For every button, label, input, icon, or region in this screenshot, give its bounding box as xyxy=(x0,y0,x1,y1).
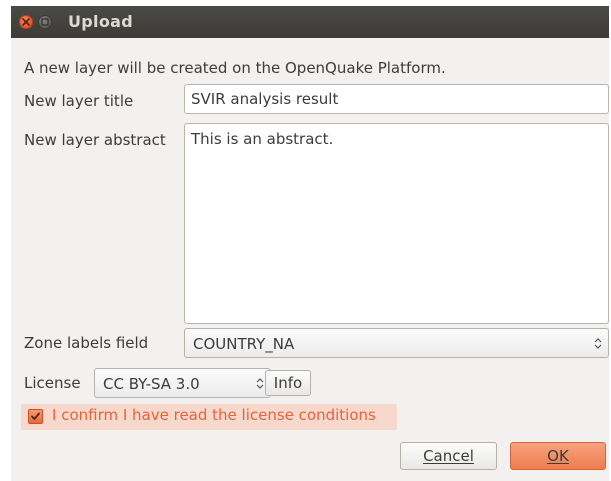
cancel-button-label: Cancel xyxy=(423,447,474,465)
updown-arrows-icon xyxy=(594,338,602,349)
license-label: License xyxy=(24,374,81,392)
window-title: Upload xyxy=(68,12,133,31)
zone-labels-value: COUNTRY_NA xyxy=(193,335,295,353)
upload-dialog: Upload A new layer will be created on th… xyxy=(11,6,609,481)
zone-labels-select[interactable]: COUNTRY_NA xyxy=(184,328,609,358)
minimize-button[interactable] xyxy=(38,15,52,29)
checkmark-icon xyxy=(31,412,40,420)
layer-abstract-textarea[interactable]: This is an abstract. xyxy=(184,123,609,324)
info-text: A new layer will be created on the OpenQ… xyxy=(24,59,446,77)
layer-title-value: SVIR analysis result xyxy=(191,90,339,108)
confirm-label: I confirm I have read the license condit… xyxy=(52,406,376,424)
zone-label: Zone labels field xyxy=(24,334,149,352)
confirm-license-row[interactable]: I confirm I have read the license condit… xyxy=(21,404,397,430)
confirm-checkbox[interactable] xyxy=(28,409,43,424)
license-value: CC BY-SA 3.0 xyxy=(103,375,200,393)
layer-abstract-value: This is an abstract. xyxy=(191,130,334,148)
close-icon xyxy=(22,18,30,26)
license-select[interactable]: CC BY-SA 3.0 xyxy=(94,368,271,398)
ok-button[interactable]: OK xyxy=(510,442,606,470)
layer-title-input[interactable]: SVIR analysis result xyxy=(184,84,609,114)
minimize-icon xyxy=(41,18,49,26)
titlebar: Upload xyxy=(11,6,609,38)
close-button[interactable] xyxy=(19,15,33,29)
cancel-button[interactable]: Cancel xyxy=(400,442,497,470)
info-button[interactable]: Info xyxy=(265,370,311,396)
title-label: New layer title xyxy=(24,92,134,110)
ok-button-label: OK xyxy=(547,447,569,465)
info-button-label: Info xyxy=(273,374,303,392)
updown-arrows-icon xyxy=(256,378,264,389)
abstract-label: New layer abstract xyxy=(24,131,166,149)
